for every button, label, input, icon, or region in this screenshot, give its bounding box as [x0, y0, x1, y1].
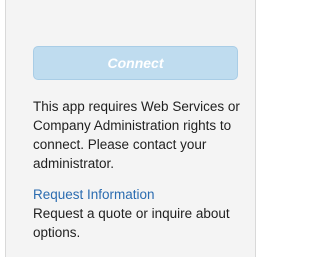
- connect-button[interactable]: Connect: [33, 46, 238, 80]
- permission-notice: This app requires Web Services or Compan…: [33, 99, 240, 171]
- app-connect-panel: Connect This app requires Web Services o…: [5, 0, 256, 257]
- request-information-description: Request a quote or inquire about options…: [33, 206, 230, 240]
- request-information-link[interactable]: Request Information: [33, 185, 155, 204]
